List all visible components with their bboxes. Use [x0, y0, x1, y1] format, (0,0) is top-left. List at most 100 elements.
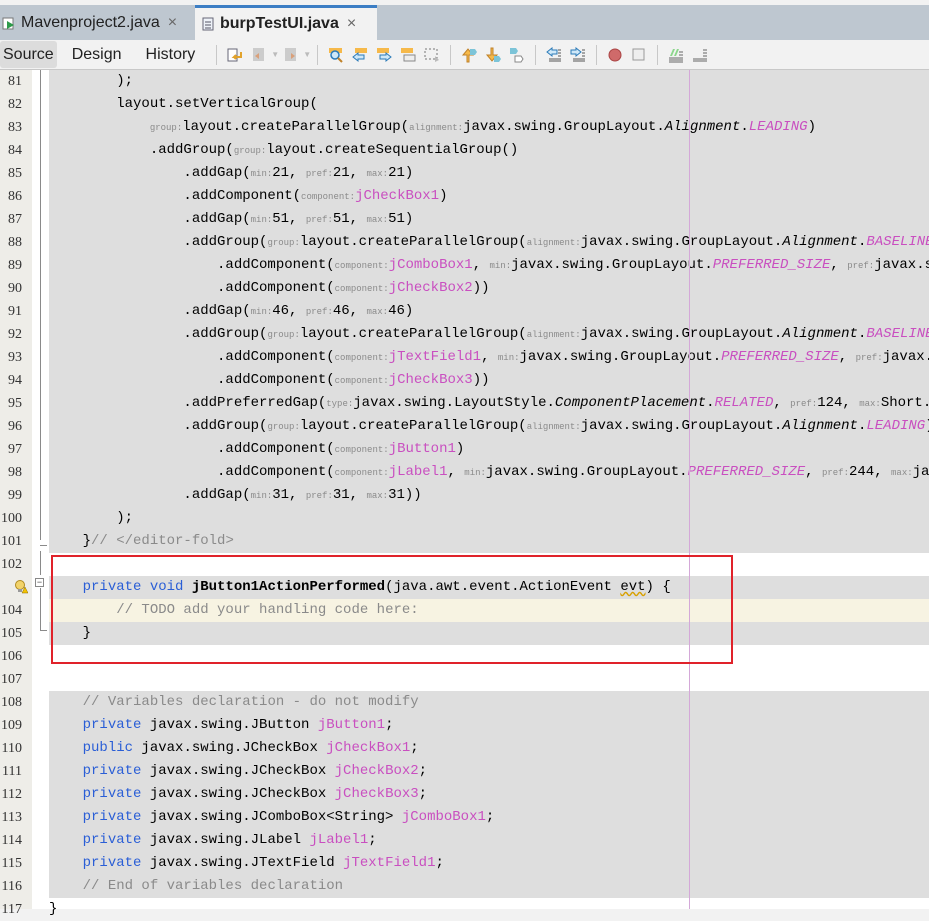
start-macro-icon[interactable]	[607, 47, 623, 63]
code-text[interactable]: // End of variables declaration	[49, 875, 929, 898]
close-tab-icon[interactable]: ×	[347, 15, 356, 33]
code-line[interactable]: 87 .addGap(min:51, pref:51, max:51)	[0, 208, 929, 231]
code-line[interactable]: 99 .addGap(min:31, pref:31, max:31))	[0, 484, 929, 507]
code-line[interactable]: 115 private javax.swing.JTextField jText…	[0, 852, 929, 875]
line-number: 86	[8, 189, 22, 204]
stop-macro-icon[interactable]	[631, 47, 647, 63]
code-line[interactable]: 82 layout.setVerticalGroup(	[0, 93, 929, 116]
code-line[interactable]: 107	[0, 668, 929, 691]
find-previous-icon[interactable]	[352, 47, 368, 63]
code-line[interactable]: 85 .addGap(min:21, pref:21, max:21)	[0, 162, 929, 185]
uncomment-icon[interactable]	[692, 47, 708, 63]
code-line[interactable]: 112 private javax.swing.JCheckBox jCheck…	[0, 783, 929, 806]
code-line[interactable]: 83 group:layout.createParallelGroup(alig…	[0, 116, 929, 139]
code-text[interactable]: .addComponent(component:jComboBox1, min:…	[49, 254, 929, 277]
code-text[interactable]: private javax.swing.JTextField jTextFiel…	[49, 852, 929, 875]
java-form-icon	[201, 17, 215, 31]
code-editor[interactable]: 81 ); 82 layout.setVerticalGroup(83 group…	[0, 70, 929, 917]
code-text[interactable]: .addGap(min:51, pref:51, max:51)	[49, 208, 929, 231]
code-line[interactable]: 111 private javax.swing.JCheckBox jCheck…	[0, 760, 929, 783]
code-line[interactable]: 113 private javax.swing.JComboBox<String…	[0, 806, 929, 829]
code-line[interactable]: 97 .addComponent(component:jButton1)	[0, 438, 929, 461]
code-text[interactable]: // Variables declaration - do not modify	[49, 691, 929, 714]
code-line[interactable]: 110 public javax.swing.JCheckBox jCheckB…	[0, 737, 929, 760]
code-line[interactable]: 101 }// </editor-fold>	[0, 530, 929, 553]
code-text[interactable]: .addGap(min:21, pref:21, max:21)	[49, 162, 929, 185]
code-text[interactable]: .addGap(min:31, pref:31, max:31))	[49, 484, 929, 507]
toggle-highlight-icon[interactable]	[400, 47, 416, 63]
back-dropdown-icon[interactable]: ▼	[271, 50, 279, 59]
code-line[interactable]: 117}	[0, 898, 929, 921]
code-text[interactable]: private javax.swing.JLabel jLabel1;	[49, 829, 929, 852]
code-line[interactable]: 109 private javax.swing.JButton jButton1…	[0, 714, 929, 737]
code-line[interactable]: 108 // Variables declaration - do not mo…	[0, 691, 929, 714]
tab-mavenproject2[interactable]: Mavenproject2.java ×	[0, 5, 193, 40]
previous-bookmark-icon[interactable]	[461, 47, 478, 63]
code-line[interactable]: 91 .addGap(min:46, pref:46, max:46)	[0, 300, 929, 323]
code-line[interactable]: 84 .addGroup(group:layout.createSequenti…	[0, 139, 929, 162]
code-line[interactable]: 88 .addGroup(group:layout.createParallel…	[0, 231, 929, 254]
line-number: 117	[1, 902, 22, 917]
code-text[interactable]: private javax.swing.JCheckBox jCheckBox2…	[49, 760, 929, 783]
code-line[interactable]: 96 .addGroup(group:layout.createParallel…	[0, 415, 929, 438]
forward-icon[interactable]	[283, 47, 299, 63]
code-text[interactable]: private javax.swing.JComboBox<String> jC…	[49, 806, 929, 829]
code-line[interactable]: 94 .addComponent(component:jCheckBox3))	[0, 369, 929, 392]
code-text[interactable]: layout.setVerticalGroup(	[49, 93, 929, 116]
close-tab-icon[interactable]: ×	[168, 14, 177, 32]
toggle-rect-selection-icon[interactable]	[424, 47, 440, 63]
comment-icon[interactable]	[668, 47, 684, 63]
code-text[interactable]: .addGroup(group:layout.createParallelGro…	[49, 415, 929, 438]
back-icon[interactable]	[251, 47, 267, 63]
line-number: 101	[1, 534, 22, 549]
line-number: 83	[8, 120, 22, 135]
code-text[interactable]: .addComponent(component:jButton1)	[49, 438, 929, 461]
last-edit-icon[interactable]	[227, 47, 243, 63]
code-text[interactable]: .addComponent(component:jCheckBox2))	[49, 277, 929, 300]
code-text[interactable]: .addGroup(group:layout.createParallelGro…	[49, 231, 929, 254]
code-text[interactable]	[49, 668, 929, 691]
code-line[interactable]: 114 private javax.swing.JLabel jLabel1;	[0, 829, 929, 852]
code-line[interactable]: 81 );	[0, 70, 929, 93]
code-text[interactable]: .addPreferredGap(type:javax.swing.Layout…	[49, 392, 929, 415]
collapse-fold-icon[interactable]: −	[35, 578, 44, 587]
code-text[interactable]: }	[49, 898, 929, 921]
code-text[interactable]: private javax.swing.JCheckBox jCheckBox3…	[49, 783, 929, 806]
find-icon[interactable]	[328, 47, 344, 63]
view-tab-history[interactable]: History	[137, 41, 205, 68]
next-bookmark-icon[interactable]	[485, 47, 502, 63]
code-text[interactable]: .addComponent(component:jLabel1, min:jav…	[49, 461, 929, 484]
code-text[interactable]: .addGroup(group:layout.createSequentialG…	[49, 139, 929, 162]
code-text[interactable]: .addGap(min:46, pref:46, max:46)	[49, 300, 929, 323]
find-next-icon[interactable]	[376, 47, 392, 63]
view-tab-source[interactable]: Source	[0, 41, 57, 68]
code-line[interactable]: 116 // End of variables declaration	[0, 875, 929, 898]
code-line[interactable]: 98 .addComponent(component:jLabel1, min:…	[0, 461, 929, 484]
code-line[interactable]: 95 .addPreferredGap(type:javax.swing.Lay…	[0, 392, 929, 415]
code-text[interactable]: .addComponent(component:jTextField1, min…	[49, 346, 929, 369]
code-text[interactable]: .addComponent(component:jCheckBox3))	[49, 369, 929, 392]
forward-dropdown-icon[interactable]: ▼	[303, 50, 311, 59]
code-text[interactable]: }// </editor-fold>	[49, 530, 929, 553]
code-line[interactable]: 92 .addGroup(group:layout.createParallel…	[0, 323, 929, 346]
line-number: 112	[1, 787, 22, 802]
toggle-bookmark-icon[interactable]	[509, 47, 525, 63]
code-line[interactable]: 90 .addComponent(component:jCheckBox2))	[0, 277, 929, 300]
code-line[interactable]: 100 );	[0, 507, 929, 530]
code-text[interactable]: .addGroup(group:layout.createParallelGro…	[49, 323, 929, 346]
code-text[interactable]: .addComponent(component:jCheckBox1)	[49, 185, 929, 208]
code-line[interactable]: 89 .addComponent(component:jComboBox1, m…	[0, 254, 929, 277]
code-text[interactable]: private javax.swing.JButton jButton1;	[49, 714, 929, 737]
code-line[interactable]: 86 .addComponent(component:jCheckBox1)	[0, 185, 929, 208]
code-text[interactable]: );	[49, 507, 929, 530]
code-text[interactable]: group:layout.createParallelGroup(alignme…	[49, 116, 929, 139]
view-tab-design[interactable]: Design	[63, 41, 131, 68]
shift-left-icon[interactable]	[546, 46, 562, 63]
warning-bulb-icon[interactable]	[14, 580, 29, 594]
line-number: 113	[1, 810, 22, 825]
tab-burptestui[interactable]: burpTestUI.java ×	[195, 5, 377, 40]
shift-right-icon[interactable]	[570, 46, 586, 63]
code-line[interactable]: 93 .addComponent(component:jTextField1, …	[0, 346, 929, 369]
code-text[interactable]: public javax.swing.JCheckBox jCheckBox1;	[49, 737, 929, 760]
code-text[interactable]: );	[49, 70, 929, 93]
